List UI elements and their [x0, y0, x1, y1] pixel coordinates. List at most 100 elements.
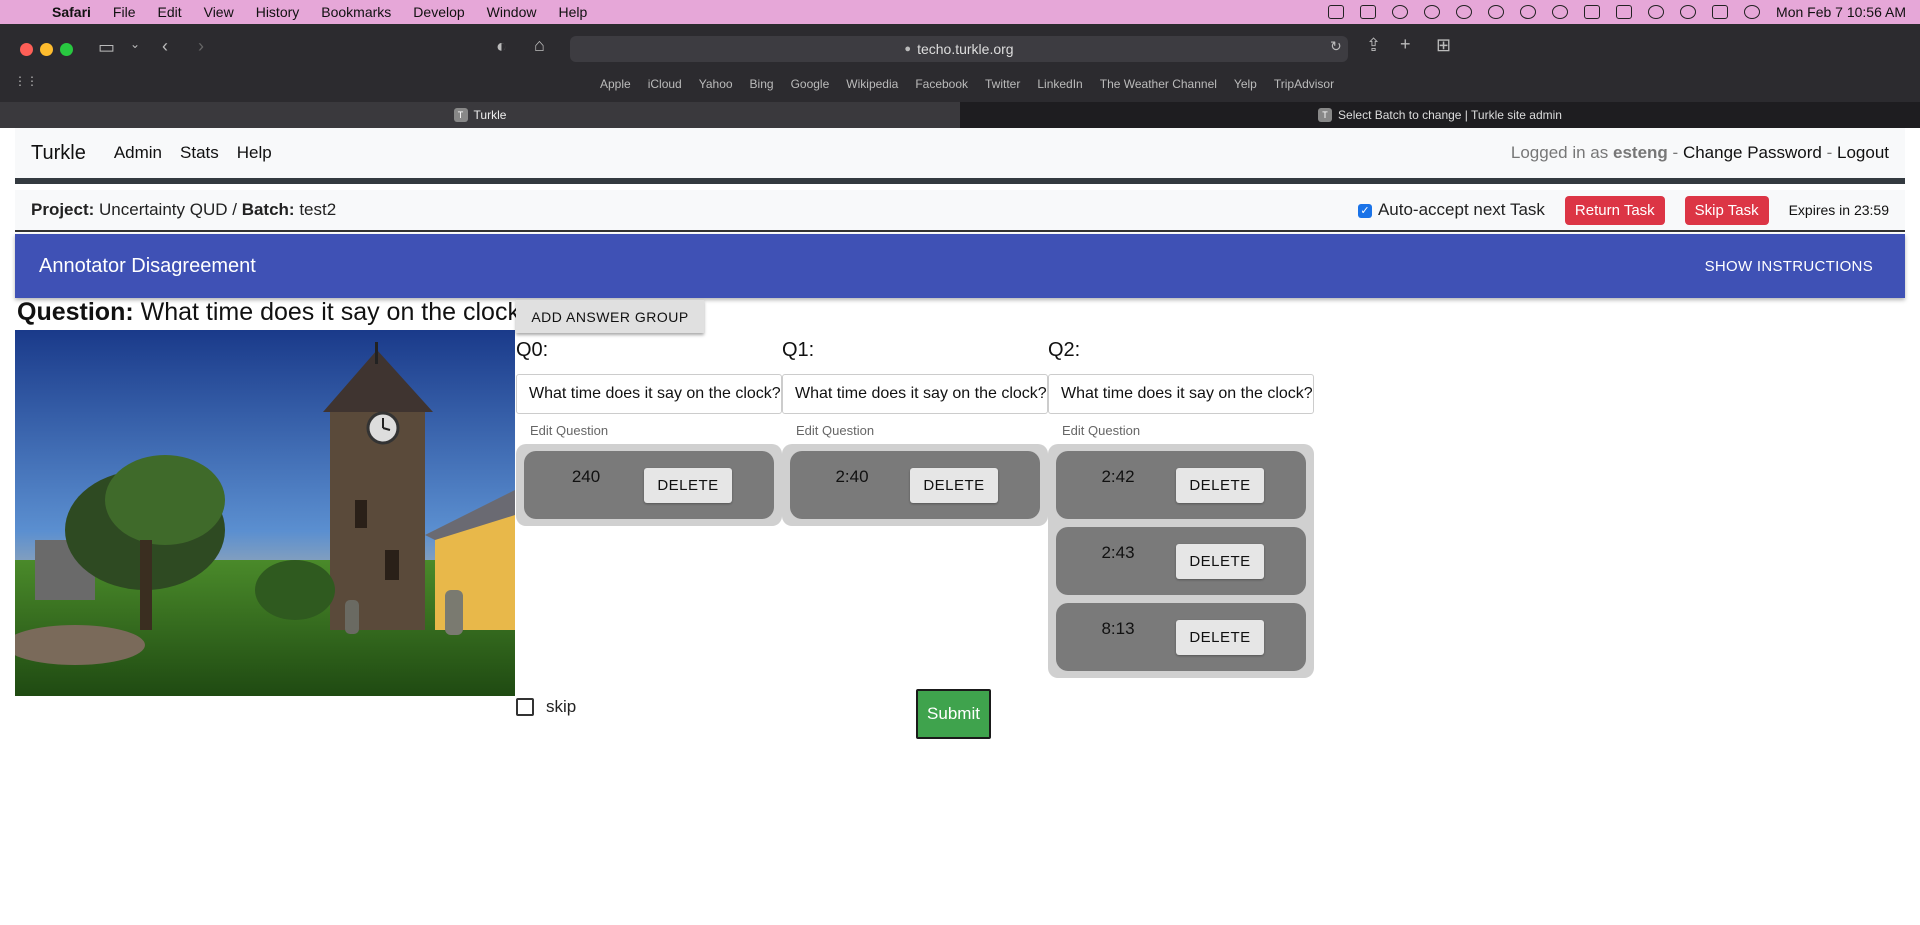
bookmark-wikipedia[interactable]: Wikipedia: [846, 77, 898, 91]
status-dollar-icon[interactable]: [1424, 5, 1441, 19]
menu-window[interactable]: Window: [487, 4, 537, 20]
question-input[interactable]: What time does it say on the clock?: [516, 374, 782, 414]
reload-icon[interactable]: ↻: [1330, 38, 1342, 55]
question-input[interactable]: What time does it say on the clock?: [782, 374, 1048, 414]
delete-button[interactable]: DELETE: [1176, 620, 1264, 655]
menu-view[interactable]: View: [204, 4, 234, 20]
user-area: Logged in as esteng - Change Password - …: [1511, 143, 1889, 163]
sidebar-toggle-icon[interactable]: ▭: [98, 37, 115, 58]
close-window-icon[interactable]: [20, 43, 33, 56]
project-name: Uncertainty QUD: [99, 200, 228, 219]
add-answer-group-button[interactable]: ADD ANSWER GROUP: [516, 300, 704, 333]
bookmark-bing[interactable]: Bing: [750, 77, 774, 91]
project-bar: Project: Uncertainty QUD / Batch: test2 …: [15, 190, 1905, 232]
skip-task-button[interactable]: Skip Task: [1684, 195, 1769, 225]
address-bar[interactable]: ● techo.turkle.org: [570, 36, 1348, 62]
group-label: Q1:: [782, 339, 815, 361]
change-password-link[interactable]: Change Password: [1683, 143, 1822, 162]
answer-card: 8:13 DELETE: [1056, 603, 1306, 671]
home-icon[interactable]: ⌂: [534, 35, 545, 56]
menu-safari[interactable]: Safari: [52, 4, 91, 20]
bookmark-yelp[interactable]: Yelp: [1234, 77, 1257, 91]
return-task-button[interactable]: Return Task: [1564, 195, 1665, 225]
macos-menubar: Safari File Edit View History Bookmarks …: [0, 0, 1920, 24]
answer-card: 2:40 DELETE: [790, 451, 1040, 519]
battery-icon[interactable]: [1616, 5, 1633, 19]
bookmark-google[interactable]: Google: [791, 77, 830, 91]
bookmark-tripadvisor[interactable]: TripAdvisor: [1274, 77, 1334, 91]
answer-list: 2:42 DELETE 2:43 DELETE 8:13 DELETE: [1048, 444, 1314, 678]
menu-help[interactable]: Help: [558, 4, 587, 20]
answer-group-q2: Q2: What time does it say on the clock? …: [1048, 335, 1314, 678]
skip-option[interactable]: skip: [516, 697, 576, 717]
menu-file[interactable]: File: [113, 4, 136, 20]
app-navbar: Turkle Admin Stats Help Logged in as est…: [15, 128, 1905, 184]
bookmark-facebook[interactable]: Facebook: [915, 77, 968, 91]
bookmark-linkedin[interactable]: LinkedIn: [1037, 77, 1082, 91]
project-label: Project:: [31, 200, 95, 219]
question-input[interactable]: What time does it say on the clock?: [1048, 374, 1314, 414]
answer-card: 2:42 DELETE: [1056, 451, 1306, 519]
checkbox-checked-icon[interactable]: ✓: [1357, 203, 1372, 218]
bookmark-yahoo[interactable]: Yahoo: [699, 77, 733, 91]
bookmark-icloud[interactable]: iCloud: [648, 77, 682, 91]
spotlight-search-icon[interactable]: [1680, 5, 1697, 19]
answer-value: 2:43: [1101, 543, 1135, 562]
play-icon[interactable]: [1520, 5, 1537, 19]
bluetooth-icon[interactable]: [1584, 5, 1601, 19]
status-app-icon[interactable]: [1328, 5, 1345, 19]
bookmark-weather-channel[interactable]: The Weather Channel: [1100, 77, 1217, 91]
status-tool-icon[interactable]: [1360, 5, 1377, 19]
menu-bookmarks[interactable]: Bookmarks: [321, 4, 391, 20]
siri-icon[interactable]: [1744, 5, 1761, 19]
nav-help[interactable]: Help: [237, 143, 272, 163]
group-label: Q0:: [516, 339, 549, 361]
zoom-window-icon[interactable]: [60, 43, 73, 56]
delete-button[interactable]: DELETE: [1176, 544, 1264, 579]
new-tab-icon[interactable]: +: [1400, 34, 1411, 55]
auto-accept-toggle[interactable]: ✓ Auto-accept next Task: [1357, 200, 1545, 220]
chevron-down-icon[interactable]: ⌄: [130, 37, 140, 51]
menu-history[interactable]: History: [256, 4, 300, 20]
control-center-icon[interactable]: [1712, 5, 1729, 19]
answer-group-q0: Q0: What time does it say on the clock? …: [516, 335, 782, 526]
skip-label: skip: [546, 697, 577, 716]
delete-button[interactable]: DELETE: [644, 468, 732, 503]
wifi-icon[interactable]: [1648, 5, 1665, 19]
skip-checkbox[interactable]: [516, 698, 534, 716]
brand-link[interactable]: Turkle: [31, 142, 86, 165]
submit-button[interactable]: Submit: [916, 689, 991, 739]
menubar-clock[interactable]: Mon Feb 7 10:56 AM: [1776, 4, 1906, 20]
logged-in-label: Logged in as: [1510, 143, 1609, 162]
tab-label: Turkle: [473, 108, 507, 122]
minimize-window-icon[interactable]: [40, 43, 53, 56]
show-instructions-button[interactable]: SHOW INSTRUCTIONS: [1705, 258, 1873, 275]
tab-site-admin[interactable]: T Select Batch to change | Turkle site a…: [960, 102, 1920, 128]
delete-button[interactable]: DELETE: [910, 468, 998, 503]
nav-admin[interactable]: Admin: [114, 143, 162, 163]
tab-overview-icon[interactable]: ⊞: [1436, 35, 1451, 56]
tab-bar: T Turkle T Select Batch to change | Turk…: [0, 102, 1920, 128]
tab-turkle[interactable]: T Turkle: [0, 102, 960, 128]
menu-develop[interactable]: Develop: [413, 4, 464, 20]
batch-label: Batch:: [241, 200, 295, 219]
menu-edit[interactable]: Edit: [157, 4, 181, 20]
nav-stats[interactable]: Stats: [180, 143, 219, 163]
edit-question-label: Edit Question: [796, 423, 875, 438]
status-vpn-icon[interactable]: [1456, 5, 1473, 19]
back-icon[interactable]: ‹: [162, 36, 168, 57]
status-sync-icon[interactable]: [1392, 5, 1409, 19]
bookmark-apple[interactable]: Apple: [600, 77, 631, 91]
bookmark-twitter[interactable]: Twitter: [985, 77, 1020, 91]
time-machine-icon[interactable]: [1488, 5, 1505, 19]
bookmarks-bar: Apple iCloud Yahoo Bing Google Wikipedia…: [600, 77, 1334, 91]
headphones-icon[interactable]: [1552, 5, 1569, 19]
project-info: Project: Uncertainty QUD / Batch: test2: [31, 200, 337, 219]
privacy-shield-icon[interactable]: ◐: [496, 36, 507, 57]
logout-link[interactable]: Logout: [1837, 143, 1889, 162]
apps-grid-icon[interactable]: ⋮⋮: [14, 74, 38, 88]
safari-toolbar: ▭ ⌄ ‹ › ◐ ⌂ ● techo.turkle.org ↻ ⇪ + ⊞ ⋮…: [0, 24, 1920, 128]
answer-card: 240 DELETE: [524, 451, 774, 519]
share-icon[interactable]: ⇪: [1366, 35, 1381, 56]
delete-button[interactable]: DELETE: [1176, 468, 1264, 503]
